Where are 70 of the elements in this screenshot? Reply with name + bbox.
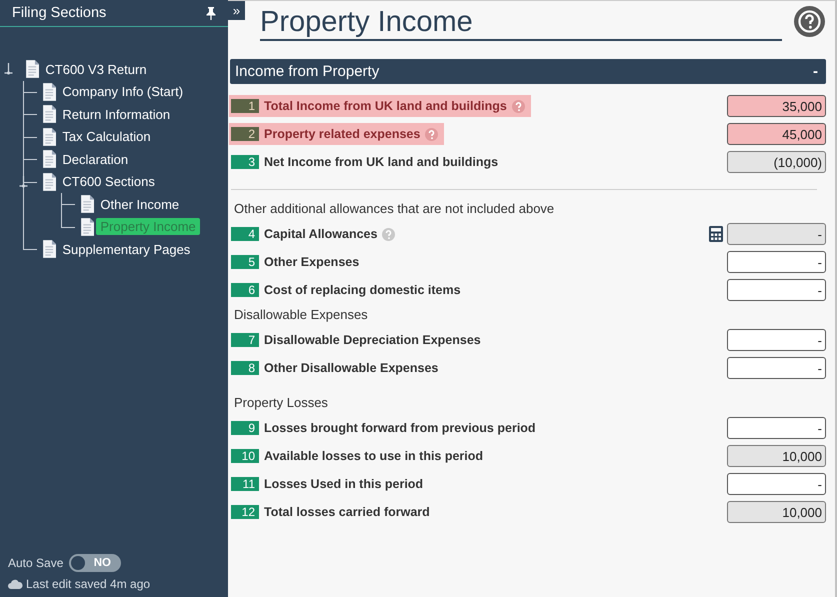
document-icon xyxy=(42,105,56,124)
pin-icon[interactable] xyxy=(206,6,216,20)
line-number: 7 xyxy=(231,333,259,347)
section-toggle[interactable]: - xyxy=(813,63,818,80)
amount-field[interactable]: - xyxy=(727,417,826,439)
tree-item[interactable]: Company Info (Start) xyxy=(58,83,188,100)
group-heading: Other additional allowances that are not included above xyxy=(233,200,556,218)
tree-item[interactable]: CT600 Sections xyxy=(58,173,159,190)
section-header[interactable]: Income from Property - xyxy=(230,59,826,84)
line-label: Capital Allowances xyxy=(264,227,378,241)
document-icon xyxy=(80,195,94,214)
line-label: Cost of replacing domestic items xyxy=(264,283,461,297)
amount-field[interactable]: 10,000 xyxy=(727,445,826,467)
line-label: Other Disallowable Expenses xyxy=(264,361,438,375)
document-icon xyxy=(42,240,56,258)
line-label: Losses brought forward from previous period xyxy=(264,421,536,435)
amount-field[interactable]: 45,000 xyxy=(727,123,826,145)
calculator-icon[interactable] xyxy=(709,226,723,242)
amount-field[interactable]: - xyxy=(727,357,826,379)
group-heading: Property Losses xyxy=(233,394,329,412)
line-number: 6 xyxy=(231,283,259,297)
line-number: 10 xyxy=(231,449,259,463)
line-label: Available losses to use in this period xyxy=(264,449,484,463)
collapse-icon[interactable] xyxy=(19,176,28,188)
tree-item[interactable]: Other Income xyxy=(96,196,184,213)
line-label: Total Income from UK land and buildings xyxy=(264,99,507,113)
amount-field[interactable]: - xyxy=(727,329,826,351)
document-icon xyxy=(42,128,56,146)
line-number: 4 xyxy=(231,227,259,241)
last-saved-text: Last edit saved 4m ago xyxy=(26,577,150,591)
line-label: Losses Used in this period xyxy=(264,477,424,491)
line-number: 12 xyxy=(231,505,259,519)
auto-save-label: Auto Save xyxy=(8,556,64,570)
document-icon xyxy=(42,82,56,101)
section-title: Income from Property xyxy=(235,63,380,80)
line-number: 11 xyxy=(231,477,259,491)
document-icon xyxy=(80,218,94,236)
tree-item[interactable]: CT600 V3 Return xyxy=(41,60,151,78)
help-icon[interactable] xyxy=(794,6,825,37)
amount-field[interactable]: - xyxy=(727,473,826,495)
amount-field[interactable]: - xyxy=(727,223,826,245)
line-number: 5 xyxy=(231,255,259,269)
line-label: Total losses carried forward xyxy=(264,505,430,519)
amount-field[interactable]: 10,000 xyxy=(727,501,826,523)
amount-field[interactable]: - xyxy=(727,251,826,273)
panel-title: Filing Sections xyxy=(12,5,106,21)
tree-item[interactable]: Declaration xyxy=(58,150,132,168)
amount-field[interactable]: - xyxy=(727,279,826,301)
amount-field[interactable]: 35,000 xyxy=(727,95,826,117)
page-title: Property Income xyxy=(260,1,782,41)
line-number: 2 xyxy=(231,127,259,141)
line-number: 9 xyxy=(231,421,259,435)
tree-item[interactable]: Return Information xyxy=(58,106,174,123)
group-heading: Disallowable Expenses xyxy=(233,306,369,324)
line-label: Net Income from UK land and buildings xyxy=(264,155,498,169)
line-number: 1 xyxy=(231,99,259,113)
line-label: Disallowable Depreciation Expenses xyxy=(264,333,481,347)
document-icon xyxy=(25,60,40,78)
line-number: 8 xyxy=(231,361,259,375)
collapse-icon[interactable] xyxy=(4,63,13,76)
line-label: Other Expenses xyxy=(264,255,360,269)
document-icon xyxy=(42,172,56,191)
line-label: Property related expenses xyxy=(264,127,420,141)
line-number: 3 xyxy=(231,155,259,169)
amount-field[interactable]: (10,000) xyxy=(727,151,826,173)
tree-item[interactable]: Tax Calculation xyxy=(58,128,155,146)
document-icon xyxy=(42,150,56,168)
collapse-sidebar-button[interactable]: » xyxy=(228,1,245,20)
tree-item[interactable]: Supplementary Pages xyxy=(58,240,194,258)
cloud-icon xyxy=(8,579,23,589)
